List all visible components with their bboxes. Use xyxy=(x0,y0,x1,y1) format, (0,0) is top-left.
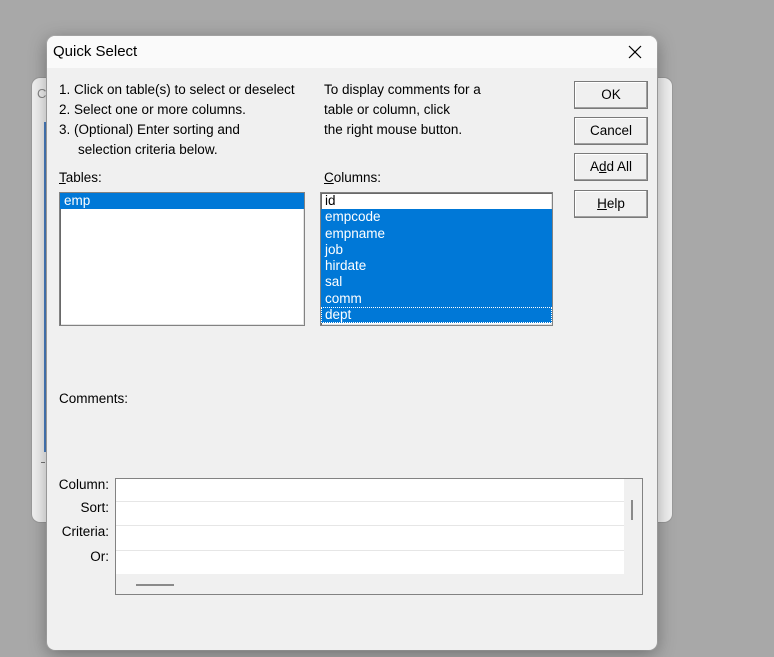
hint-line: table or column, click xyxy=(324,102,451,117)
column-list-item[interactable]: dept xyxy=(321,307,552,324)
hint-line: To display comments for a xyxy=(324,82,481,97)
vertical-scrollbar-thumb[interactable] xyxy=(631,500,633,520)
ok-button-label: OK xyxy=(601,87,621,102)
comments-hint: To display comments for a table or colum… xyxy=(324,80,481,140)
close-icon xyxy=(628,45,642,59)
tables-listbox[interactable]: emp xyxy=(59,192,305,326)
grid-label-or: Or: xyxy=(90,549,109,564)
criteria-grid[interactable] xyxy=(115,478,643,595)
horizontal-scrollbar-thumb[interactable] xyxy=(136,584,174,586)
hint-line: the right mouse button. xyxy=(324,122,463,137)
comments-label: Comments: xyxy=(59,391,129,406)
column-list-item[interactable]: comm xyxy=(321,290,552,308)
column-list-item[interactable]: hirdate xyxy=(321,258,552,275)
grid-label-criteria: Criteria: xyxy=(61,524,109,539)
grid-row-divider xyxy=(116,550,624,551)
column-list-item[interactable]: id xyxy=(321,193,552,209)
columns-listbox[interactable]: id empcode empname job hirdate sal comm dept xyxy=(320,192,553,326)
tables-label-mnemonic: T xyxy=(59,170,66,185)
grid-label-sort: Sort: xyxy=(80,500,109,515)
help-mnemonic: H xyxy=(597,196,607,211)
grid-row-divider xyxy=(116,501,624,502)
quick-select-dialog: Quick Select 1. Click on table(s) to sel… xyxy=(47,36,657,650)
help-button[interactable]: Help xyxy=(574,190,648,218)
close-button[interactable] xyxy=(613,36,657,68)
instruction-line: selection criteria below. xyxy=(78,142,218,157)
title-bar: Quick Select xyxy=(47,36,657,68)
columns-label: Columns: xyxy=(324,170,381,185)
background-window-divider xyxy=(41,462,45,463)
add-all-button[interactable]: Add All xyxy=(574,153,648,181)
tables-label-text: ables: xyxy=(65,170,102,185)
instruction-line: 1. Click on table(s) to select or desele… xyxy=(59,82,295,97)
instructions: 1. Click on table(s) to select or desele… xyxy=(59,80,295,160)
add-all-label-part: d All xyxy=(606,159,633,174)
instruction-line: 3. (Optional) Enter sorting and xyxy=(59,122,240,137)
cancel-button-label: Cancel xyxy=(589,123,633,138)
grid-label-column: Column: xyxy=(58,477,109,492)
table-list-item[interactable]: emp xyxy=(60,193,304,210)
columns-label-mnemonic: C xyxy=(324,170,334,185)
column-list-item[interactable]: job xyxy=(321,241,552,259)
instruction-line: 2. Select one or more columns. xyxy=(59,102,246,117)
criteria-grid-cells[interactable] xyxy=(116,479,624,574)
tables-label: Tables: xyxy=(59,170,102,185)
add-all-mnemonic: d xyxy=(598,159,607,174)
dialog-title: Quick Select xyxy=(53,43,138,60)
column-list-item[interactable]: empname xyxy=(321,225,552,242)
column-list-item[interactable]: empcode xyxy=(321,209,552,226)
background-window-letter: C xyxy=(37,86,47,101)
ok-button[interactable]: OK xyxy=(574,81,648,109)
columns-label-text: olumns: xyxy=(333,170,382,185)
cancel-button[interactable]: Cancel xyxy=(574,117,648,145)
help-label-part: elp xyxy=(606,196,625,211)
add-all-label-part: A xyxy=(589,159,599,174)
column-list-item[interactable]: sal xyxy=(321,274,552,291)
grid-row-divider xyxy=(116,525,624,526)
